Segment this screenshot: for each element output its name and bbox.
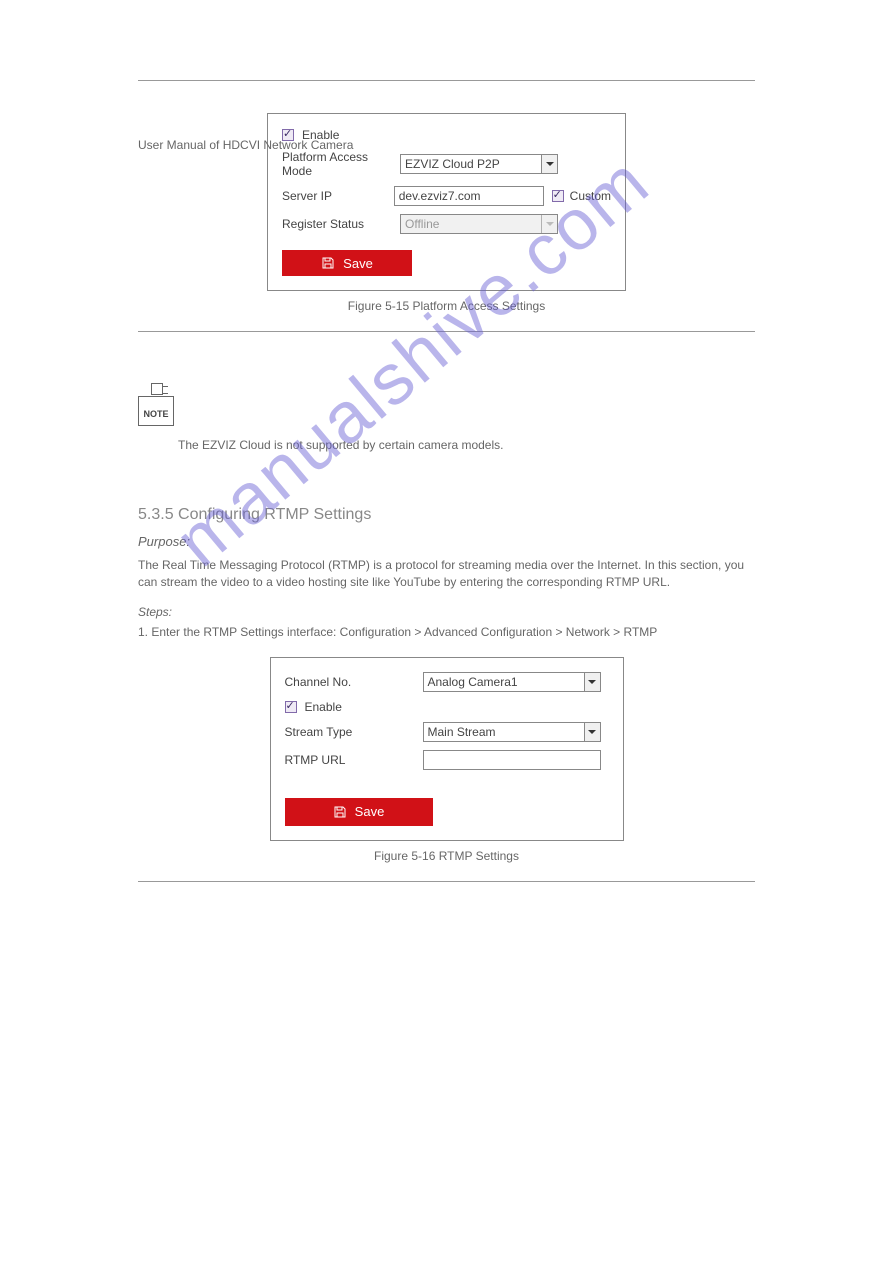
chevron-down-icon	[584, 673, 600, 691]
section-heading: 5.3.5 Configuring RTMP Settings	[138, 506, 755, 524]
register-status-select: Offline	[400, 214, 558, 234]
step-1: 1. Enter the RTMP Settings interface: Co…	[138, 625, 755, 639]
save-button[interactable]: Save	[282, 250, 412, 276]
stream-type-select[interactable]: Main Stream	[423, 722, 601, 742]
stream-type-value: Main Stream	[424, 725, 584, 739]
custom-checkbox[interactable]	[552, 190, 564, 202]
rtmp-url-label: RTMP URL	[285, 753, 423, 767]
figure-caption-2: Figure 5-16 RTMP Settings	[0, 849, 893, 863]
chevron-down-icon	[541, 215, 557, 233]
chevron-down-icon	[541, 155, 557, 173]
save-icon	[321, 256, 335, 270]
server-ip-value: dev.ezviz7.com	[399, 189, 481, 203]
rtmp-url-input[interactable]	[423, 750, 601, 770]
note-paragraph: The EZVIZ Cloud is not supported by cert…	[178, 438, 755, 452]
stream-type-label: Stream Type	[285, 725, 423, 739]
save-label: Save	[343, 256, 373, 271]
rtmp-enable-label: Enable	[305, 700, 342, 714]
platform-mode-label: Platform Access Mode	[282, 150, 400, 178]
channel-no-select[interactable]: Analog Camera1	[423, 672, 601, 692]
server-ip-label: Server IP	[282, 189, 394, 203]
server-ip-input[interactable]: dev.ezviz7.com	[394, 186, 544, 206]
channel-no-value: Analog Camera1	[424, 675, 584, 689]
rtmp-save-button[interactable]: Save	[285, 798, 433, 826]
figure-caption-1: Figure 5-15 Platform Access Settings	[0, 299, 893, 313]
register-status-value: Offline	[401, 217, 541, 231]
rtmp-panel: Channel No. Analog Camera1 Enable Stream…	[270, 657, 624, 841]
custom-label: Custom	[570, 189, 611, 203]
platform-mode-value: EZVIZ Cloud P2P	[401, 157, 541, 171]
register-status-label: Register Status	[282, 217, 400, 231]
steps-label: Steps:	[138, 605, 755, 619]
divider-mid-1	[138, 331, 755, 332]
camera-tiny-icon	[151, 383, 163, 395]
rtmp-save-label: Save	[355, 804, 385, 819]
channel-no-label: Channel No.	[285, 675, 423, 689]
note-icon: NOTE	[138, 396, 174, 426]
enable-checkbox[interactable]	[282, 129, 294, 141]
rtmp-description: The Real Time Messaging Protocol (RTMP) …	[138, 557, 755, 591]
note-text: NOTE	[139, 409, 173, 419]
platform-mode-select[interactable]: EZVIZ Cloud P2P	[400, 154, 558, 174]
divider-top	[138, 80, 755, 81]
divider-bottom	[138, 881, 755, 882]
header-title: User Manual of HDCVI Network Camera	[138, 138, 353, 152]
purpose-label: Purpose:	[138, 534, 755, 549]
rtmp-enable-checkbox[interactable]	[285, 701, 297, 713]
chevron-down-icon	[584, 723, 600, 741]
save-icon	[333, 805, 347, 819]
